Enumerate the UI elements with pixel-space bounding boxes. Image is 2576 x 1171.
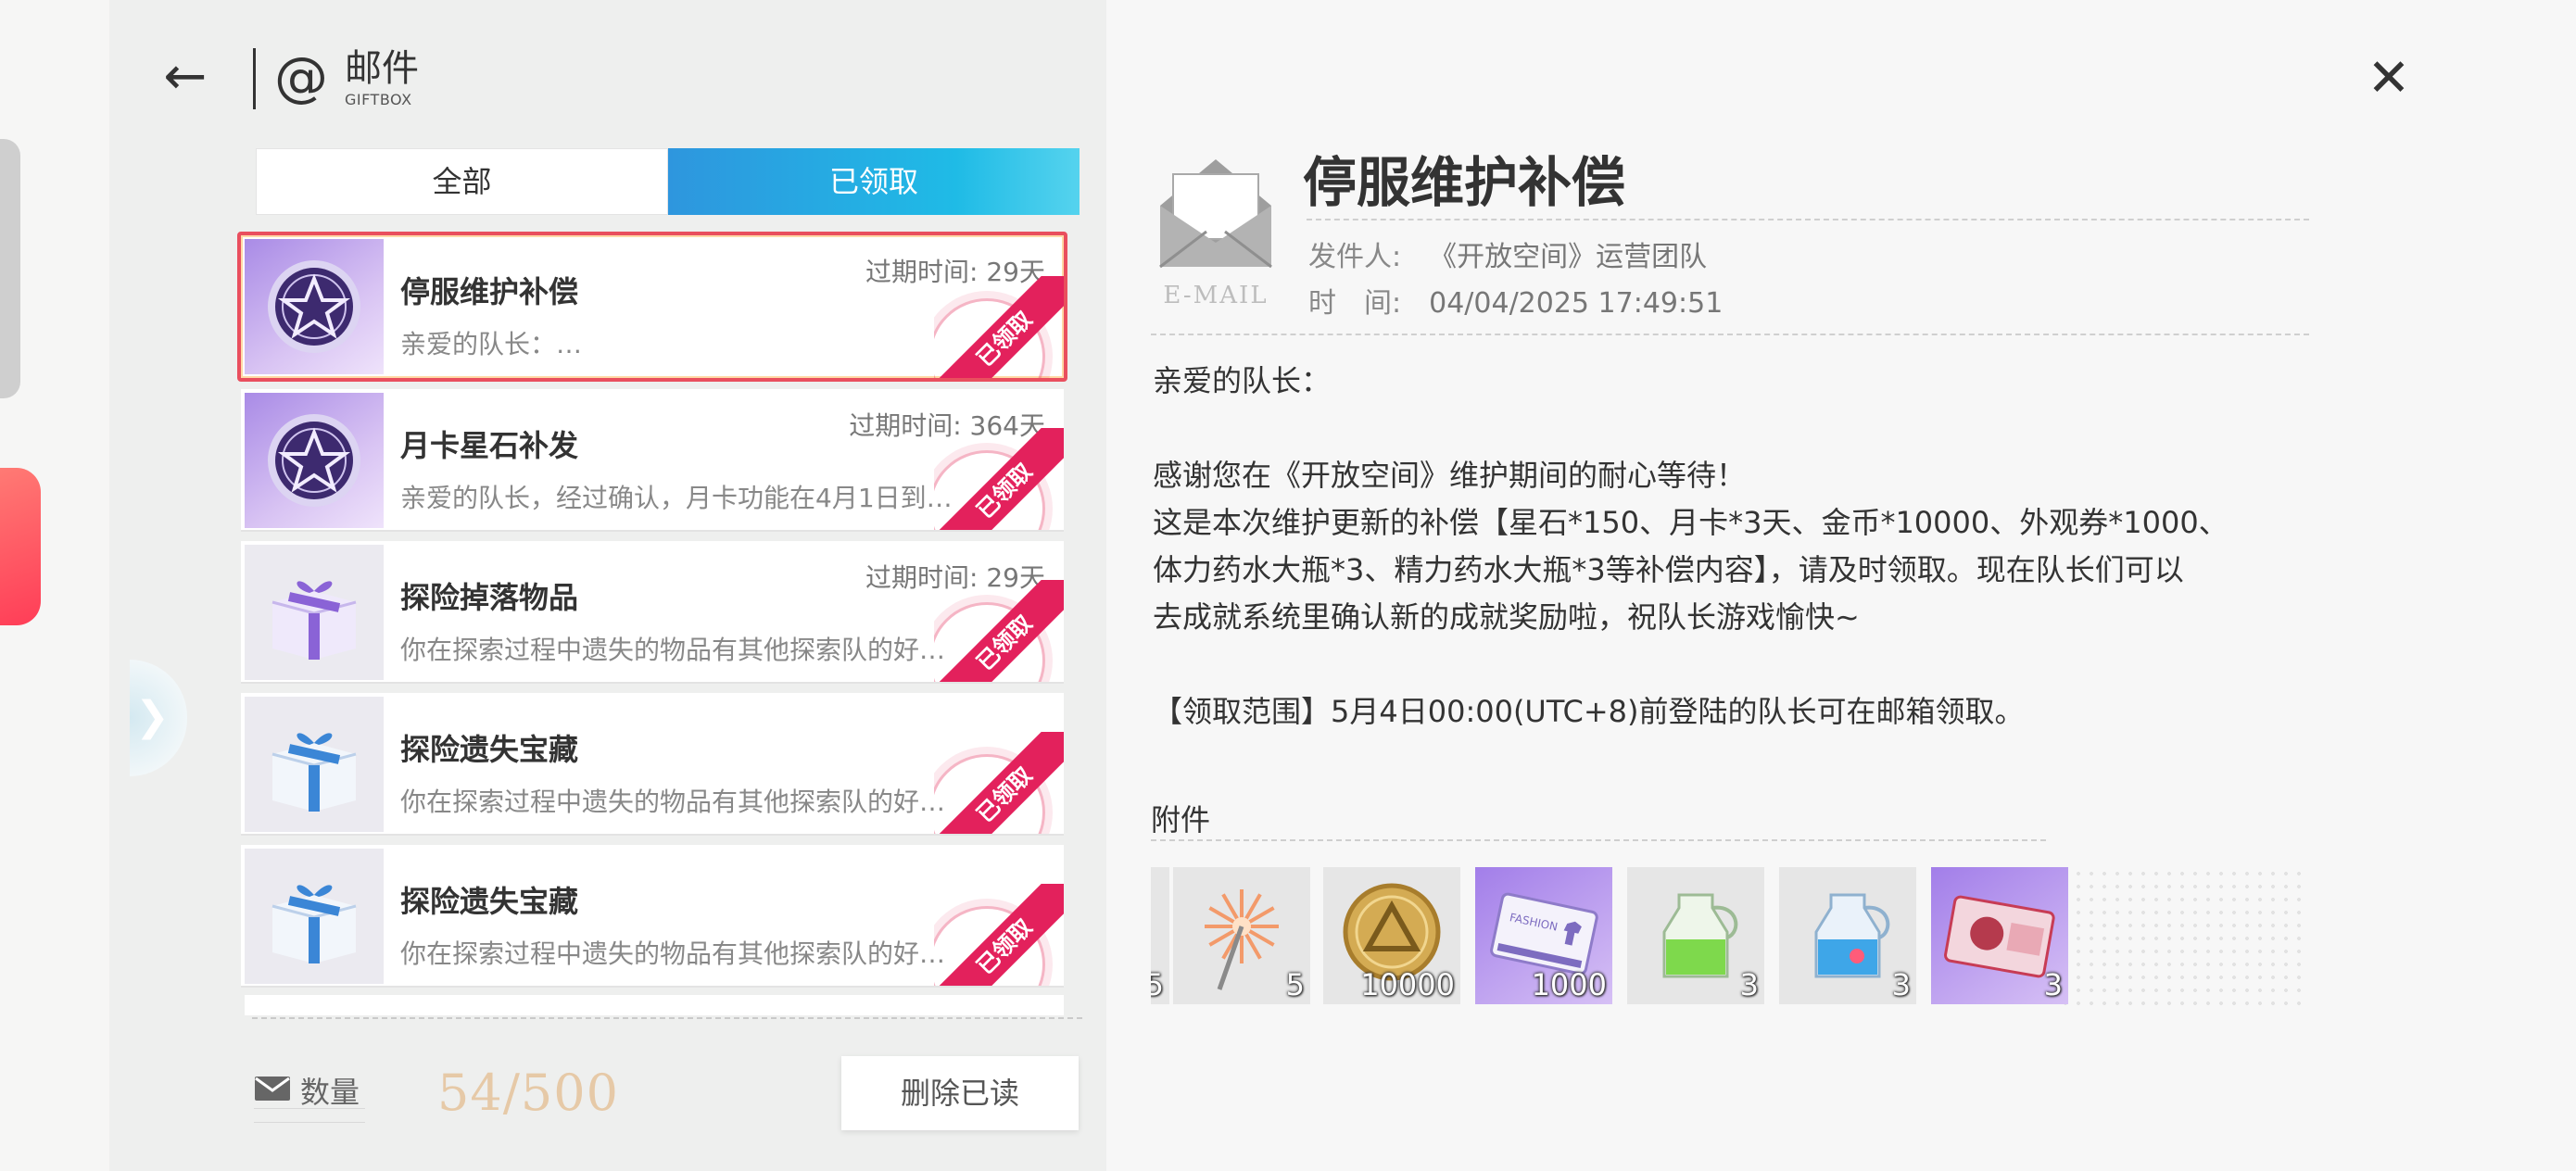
claimed-stamp: 已领取	[934, 580, 1064, 682]
header-separator	[253, 48, 256, 109]
time-label: 时 间:	[1308, 287, 1402, 320]
blue-gift-icon	[245, 849, 384, 984]
fine-print-lines	[254, 1108, 365, 1123]
tab-claimed[interactable]: 已领取	[668, 148, 1080, 215]
mail-body-line: 去成就系统里确认新的成就奖励啦，祝队长游戏愉快~	[1153, 599, 1860, 635]
mail-item-title: 探险掉落物品	[400, 580, 579, 615]
tab-all[interactable]: 全部	[256, 148, 668, 215]
mail-item-preview: 亲爱的队长，经过确认，月卡功能在4月1日到…	[400, 483, 953, 513]
sender-value: 《开放空间》运营团队	[1429, 241, 1708, 273]
email-icon	[1159, 159, 1272, 269]
quantity-label: 数量	[300, 1075, 360, 1110]
attachments-label: 附件	[1151, 802, 1211, 837]
back-button[interactable]: ←	[158, 46, 213, 107]
claimed-stamp: 已领取	[934, 428, 1064, 530]
sender-row: 发件人: 《开放空间》运营团队	[1308, 233, 1707, 274]
mail-item-title: 停服维护补偿	[400, 274, 579, 309]
time-value: 04/04/2025 17:49:51	[1429, 287, 1724, 320]
mail-item-preview: 亲爱的队长：…	[400, 329, 583, 359]
attachments-row: 5 5 10000 FASHION 1000 3 3 3	[1151, 867, 2309, 1006]
attachment-month-card-icon[interactable]: 3	[1931, 867, 2068, 1004]
claim-range: 【领取范围】5月4日00:00(UTC+8)前登陆的队长可在邮箱领取。	[1153, 694, 2025, 729]
sender-label: 发件人:	[1308, 241, 1402, 273]
attachment-count: 5	[1285, 967, 1305, 1002]
attachment-fashion-voucher-icon[interactable]: FASHION 1000	[1475, 867, 1612, 1004]
mail-list-item[interactable]: 停服维护补偿 亲爱的队长：… 过期时间: 29天 已领取	[237, 232, 1067, 382]
claimed-stamp: 已领取	[934, 276, 1064, 378]
title-divider	[1307, 219, 2309, 220]
list-divider	[252, 1017, 1082, 1019]
mail-list-item[interactable]: 探险掉落物品 你在探索过程中遗失的物品有其他探索队的好… 过期时间: 29天 已领取	[241, 541, 1064, 684]
purple-gift-icon	[245, 545, 384, 680]
mail-list-item[interactable]: 探险遗失宝藏你在探索过程中遗失的物品有其他探索队的好… 已领取	[241, 693, 1064, 836]
claimed-stamp: 已领取	[934, 732, 1064, 834]
page-title: 邮件	[345, 47, 419, 90]
attachment-firework-icon[interactable]: 5	[1173, 867, 1310, 1004]
meta-divider	[1151, 334, 2309, 335]
attachment-count: 3	[1739, 967, 1759, 1002]
mail-item-title: 探险遗失宝藏	[400, 732, 579, 767]
list-item-partial	[245, 995, 1064, 1015]
attachment-count: 10000	[1360, 967, 1455, 1002]
attachment-count: 5	[1151, 967, 1164, 1002]
close-icon: ✕	[2367, 48, 2411, 108]
page-subtitle: GIFTBOX	[345, 91, 412, 108]
star-coin-icon	[245, 393, 384, 528]
attachment-partial-item[interactable]: 5	[1151, 867, 1169, 1004]
edge-app-icon[interactable]	[0, 468, 41, 625]
attachment-count: 3	[1891, 967, 1911, 1002]
mail-body: 亲爱的队长： 感谢您在《开放空间》维护期间的耐心等待！ 这是本次维护更新的补偿【…	[1153, 358, 2320, 736]
claimed-stamp: 已领取	[934, 884, 1064, 986]
attachment-blue-potion-icon[interactable]: 3	[1779, 867, 1916, 1004]
dot-pattern	[2059, 867, 2309, 1006]
chevron-right-icon: ❯	[135, 693, 170, 740]
close-button[interactable]: ✕	[2361, 48, 2417, 109]
delete-read-button[interactable]: 删除已读	[841, 1056, 1079, 1130]
mail-body-line: 这是本次维护更新的补偿【星石*150、月卡*3天、金币*10000、外观券*10…	[1153, 505, 2229, 540]
mail-title: 停服维护补偿	[1303, 151, 1626, 214]
envelope-icon	[255, 1077, 290, 1101]
mail-item-title: 探险遗失宝藏	[400, 884, 579, 919]
time-row: 时 间: 04/04/2025 17:49:51	[1308, 280, 1723, 321]
at-sign-icon: @	[274, 45, 328, 108]
mail-item-title: 月卡星石补发	[400, 428, 579, 463]
mail-greeting: 亲爱的队长：	[1153, 363, 1332, 398]
mail-list-item[interactable]: 月卡星石补发 亲爱的队长，经过确认，月卡功能在4月1日到… 过期时间: 364天 已领…	[241, 389, 1064, 532]
star-coin-icon	[245, 239, 384, 374]
arrow-left-icon: ←	[163, 46, 208, 107]
attachment-gold-coin-icon[interactable]: 10000	[1323, 867, 1460, 1004]
mail-body-line: 感谢您在《开放空间》维护期间的耐心等待！	[1153, 458, 1747, 493]
mail-count: 54/500	[437, 1064, 619, 1122]
mail-item-preview: 你在探索过程中遗失的物品有其他探索队的好…	[400, 787, 946, 817]
mail-list-item[interactable]: 探险遗失宝藏你在探索过程中遗失的物品有其他探索队的好… 已领取	[241, 845, 1064, 988]
mail-item-preview: 你在探索过程中遗失的物品有其他探索队的好…	[400, 938, 946, 969]
attachment-green-potion-icon[interactable]: 3	[1627, 867, 1764, 1004]
edge-panel	[0, 139, 20, 398]
attachment-count: 3	[2043, 967, 2063, 1002]
mail-body-line: 体力药水大瓶*3、精力药水大瓶*3等补偿内容】，请及时领取。现在队长们可以	[1153, 552, 2184, 587]
mail-item-preview: 你在探索过程中遗失的物品有其他探索队的好…	[400, 635, 946, 665]
attachments-divider	[1151, 839, 2046, 841]
attachment-count: 1000	[1531, 967, 1607, 1002]
email-icon-label: E-MAIL	[1163, 282, 1269, 309]
blue-gift-icon	[245, 697, 384, 832]
